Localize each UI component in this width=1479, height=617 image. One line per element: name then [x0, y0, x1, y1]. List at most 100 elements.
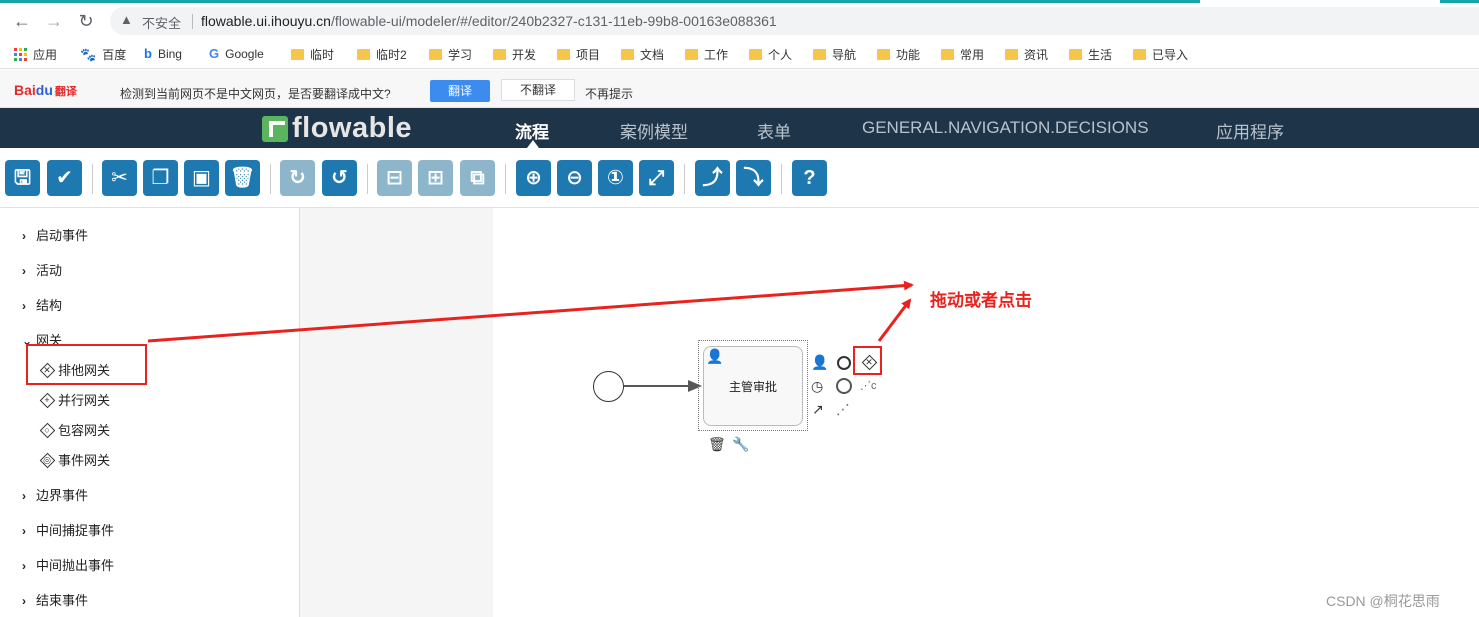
palette-group-label: 边界事件 [36, 488, 89, 503]
google-icon: G [209, 46, 220, 61]
bookmark-google[interactable]: G Google [209, 46, 264, 61]
watermark: CSDN @桐花思雨 [1326, 593, 1440, 609]
back-arrow-icon[interactable]: ← [10, 9, 34, 33]
zoom-out-icon[interactable]: ⊖ [557, 160, 592, 196]
cut-icon[interactable]: ✂ [102, 160, 137, 196]
palette-item-inclusive-gateway[interactable]: ○ 包容网关 [40, 420, 110, 439]
bookmark-folder[interactable]: 项目 [557, 46, 600, 63]
palette-group-end-events[interactable]: › 结束事件 [22, 590, 88, 609]
folder-icon [429, 49, 442, 60]
undo-icon[interactable]: ↺ [322, 160, 357, 196]
nav-apps[interactable]: 应用程序 [1216, 118, 1284, 143]
logo-part-b: du [35, 82, 53, 98]
security-label: 不安全 [142, 16, 182, 31]
chevron-right-icon: › [22, 264, 26, 278]
bookmark-folder[interactable]: 文档 [621, 46, 664, 63]
canvas-gutter [300, 208, 493, 617]
bookmark-label: Bing [157, 46, 182, 61]
palette-group-start-events[interactable]: › 启动事件 [22, 225, 88, 244]
same-size-icon[interactable]: ⧉ [460, 160, 495, 196]
wrench-icon[interactable]: 🔧 [732, 436, 749, 452]
diagram-canvas[interactable] [493, 208, 1479, 617]
save-icon[interactable]: 🖫 [5, 160, 40, 196]
folder-icon [1005, 49, 1018, 60]
bookmarks-bar: 应用 🐾 百度 b Bing G Google 临时 临时2 学习 开发 项目 … [0, 39, 1479, 69]
never-show-button[interactable]: 不再提示 [585, 85, 633, 102]
remove-bendpoint-icon[interactable]: ⤵ [736, 160, 771, 196]
url-text: flowable.ui.ihouyu.cn/flowable-ui/modele… [201, 13, 777, 29]
bookmark-label: 生活 [1088, 48, 1113, 62]
bookmark-apps[interactable]: 应用 [14, 46, 57, 63]
delete-icon[interactable]: 🗑 [225, 160, 260, 196]
add-bendpoint-icon[interactable]: ⤴ [695, 160, 730, 196]
bookmark-label: 已导入 [1152, 48, 1189, 62]
bookmark-folder[interactable]: 导航 [813, 46, 856, 63]
bookmark-folder[interactable]: 临时 [291, 46, 334, 63]
bookmark-folder[interactable]: 个人 [749, 46, 792, 63]
toolbar-divider [684, 164, 685, 194]
folder-icon [877, 49, 890, 60]
bookmark-label: 百度 [102, 48, 127, 62]
translate-button[interactable]: 翻译 [430, 80, 490, 102]
bookmark-folder[interactable]: 功能 [877, 46, 920, 63]
no-translate-button[interactable]: 不翻译 [501, 79, 575, 101]
zoom-actual-icon[interactable]: ① [598, 160, 633, 196]
palette-group-throw-events[interactable]: › 中间抛出事件 [22, 555, 114, 574]
bookmark-baidu[interactable]: 🐾 百度 [80, 46, 126, 63]
chevron-right-icon: › [22, 594, 26, 608]
align-horizontal-icon[interactable]: ⊟ [377, 160, 412, 196]
nav-forms[interactable]: 表单 [757, 118, 791, 143]
translate-bar: Baidu 翻译 检测到当前网页不是中文网页，是否要翻译成中文? 翻译 不翻译 不… [0, 70, 1479, 108]
bookmark-folder[interactable]: 工作 [685, 46, 728, 63]
bookmark-folder[interactable]: 学习 [429, 46, 472, 63]
bookmark-folder[interactable]: 常用 [941, 46, 984, 63]
folder-icon [621, 49, 634, 60]
nav-case-model[interactable]: 案例模型 [620, 118, 688, 143]
bookmark-folder[interactable]: 临时2 [357, 46, 407, 63]
warning-icon: ▲ [120, 12, 133, 27]
align-vertical-icon[interactable]: ⊞ [418, 160, 453, 196]
bookmark-folder[interactable]: 生活 [1069, 46, 1112, 63]
sequence-flow[interactable] [624, 385, 694, 387]
connect-arrow-icon[interactable]: ↗ [812, 401, 824, 417]
forward-arrow-icon[interactable]: → [42, 9, 66, 33]
reload-icon[interactable]: ↻ [74, 9, 98, 33]
bookmark-bing[interactable]: b Bing [144, 46, 182, 61]
folder-icon [941, 49, 954, 60]
text-annotation-icon[interactable]: ⋰c [860, 378, 877, 394]
bookmark-label: 文档 [640, 48, 665, 62]
palette-item-event-gateway[interactable]: ◎ 事件网关 [40, 450, 110, 469]
folder-icon [291, 49, 304, 60]
zoom-in-icon[interactable]: ⊕ [516, 160, 551, 196]
url-field[interactable]: ▲ 不安全 flowable.ui.ihouyu.cn/flowable-ui/… [110, 7, 1479, 35]
palette-item-parallel-gateway[interactable]: + 并行网关 [40, 390, 110, 409]
association-icon[interactable]: ⋰ [836, 401, 850, 417]
zoom-fit-icon[interactable]: ⤢ [639, 160, 674, 196]
redo-icon[interactable]: ↻ [280, 160, 315, 196]
toolbar-divider [367, 164, 368, 194]
copy-icon[interactable]: ❐ [143, 160, 178, 196]
bookmark-folder[interactable]: 资讯 [1005, 46, 1048, 63]
append-user-task-icon[interactable]: 👤 [811, 354, 828, 370]
bookmark-folder[interactable]: 开发 [493, 46, 536, 63]
chevron-right-icon: › [22, 559, 26, 573]
nav-decisions[interactable]: GENERAL.NAVIGATION.DECISIONS [862, 118, 1149, 138]
palette-group-catch-events[interactable]: › 中间捕捉事件 [22, 520, 114, 539]
validate-check-icon[interactable]: ✔ [47, 160, 82, 196]
bookmark-folder[interactable]: 已导入 [1133, 46, 1188, 63]
bookmark-label: Google [225, 46, 264, 61]
palette-group-activities[interactable]: › 活动 [22, 260, 62, 279]
start-event[interactable] [593, 371, 624, 402]
task-name: 主管审批 [728, 380, 777, 394]
append-intermediate-event-icon[interactable] [836, 378, 852, 394]
delete-shape-icon[interactable]: 🗑 [708, 436, 726, 452]
palette-group-label: 中间抛出事件 [36, 558, 115, 573]
append-timer-event-icon[interactable]: ◷ [811, 378, 823, 394]
help-icon[interactable]: ? [792, 160, 827, 196]
palette-group-boundary-events[interactable]: › 边界事件 [22, 485, 88, 504]
append-end-event-icon[interactable] [837, 356, 851, 370]
paste-icon[interactable]: ▣ [184, 160, 219, 196]
flowable-logo[interactable]: flowable [262, 112, 412, 145]
parallel-gateway-icon: + [40, 393, 54, 407]
palette-group-structural[interactable]: › 结构 [22, 295, 62, 314]
